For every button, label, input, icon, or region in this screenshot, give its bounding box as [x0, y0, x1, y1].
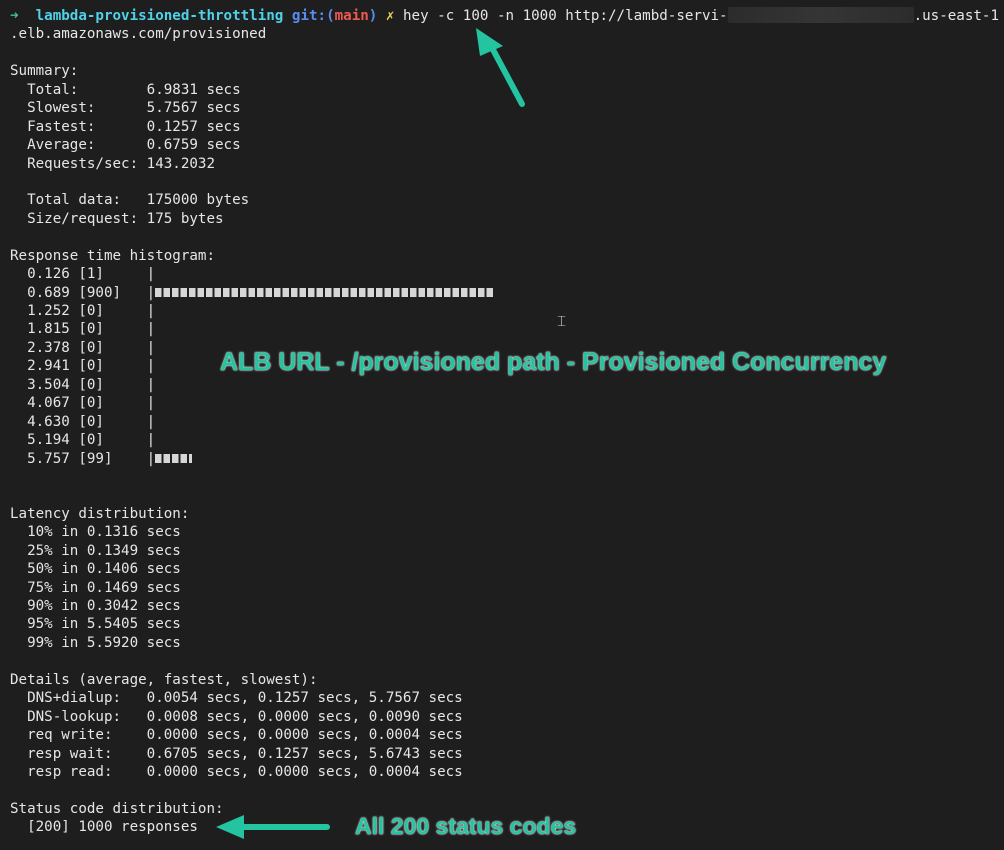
annotation-arrow-left-icon: [216, 815, 330, 839]
